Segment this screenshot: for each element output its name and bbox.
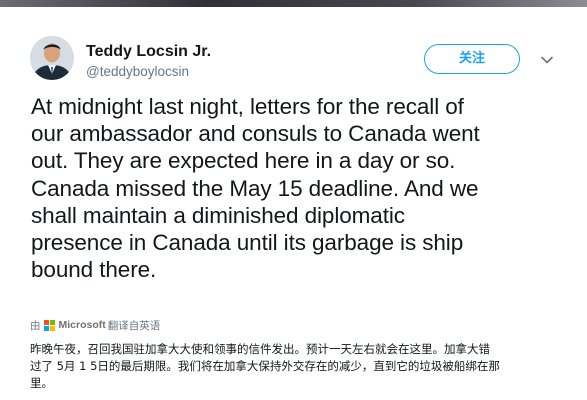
- tweet-line: bound there.: [31, 257, 157, 283]
- profile-photo: [30, 36, 74, 80]
- translation-suffix: 翻译自英语: [107, 319, 161, 332]
- tweet-line: At midnight last night, letters for the …: [31, 94, 464, 119]
- chevron-down-icon[interactable]: [540, 52, 554, 66]
- microsoft-logo-icon: [43, 319, 55, 331]
- author-name[interactable]: Teddy Locsin Jr.: [86, 42, 211, 62]
- tweet-line: out. They are expected here in a day or …: [31, 148, 456, 174]
- avatar[interactable]: [30, 36, 74, 80]
- tweet-line: shall maintain a diminished diplomatic: [31, 202, 405, 228]
- author-handle[interactable]: @teddyboylocsin: [86, 63, 189, 81]
- translation-line: 过了 5月 1 5日的最后期限。我们将在加拿大保持外交存在的减少，直到它的垃圾被…: [30, 359, 500, 373]
- translation-attribution[interactable]: 由 Microsoft 翻译自英语: [30, 318, 160, 332]
- follow-button[interactable]: 关注: [424, 44, 520, 74]
- ms-logo-yellow: [49, 325, 55, 331]
- translated-text: 昨晚午夜，召回我国驻加拿大大使和领事的信件发出。预计一天左右就会在这里。加拿大错…: [30, 341, 578, 392]
- ms-logo-red: [43, 319, 49, 325]
- header-image-strip: [0, 0, 587, 7]
- translation-provider: Microsoft: [58, 319, 106, 331]
- translation-line: 里。: [30, 376, 53, 390]
- ms-logo-blue: [43, 325, 49, 331]
- tweet-line: presence in Canada until its garbage is …: [31, 230, 464, 256]
- translation-line: 昨晚午夜，召回我国驻加拿大大使和领事的信件发出。预计一天左右就会在这里。加拿大错: [30, 342, 490, 356]
- tweet-text: At midnight last night, letters for the …: [31, 93, 576, 283]
- translation-prefix: 由: [30, 319, 41, 332]
- tweet-line: Canada missed the May 15 deadline. And w…: [31, 175, 479, 201]
- tweet-line: our ambassador and consuls to Canada wen…: [31, 121, 480, 147]
- ms-logo-green: [49, 319, 55, 325]
